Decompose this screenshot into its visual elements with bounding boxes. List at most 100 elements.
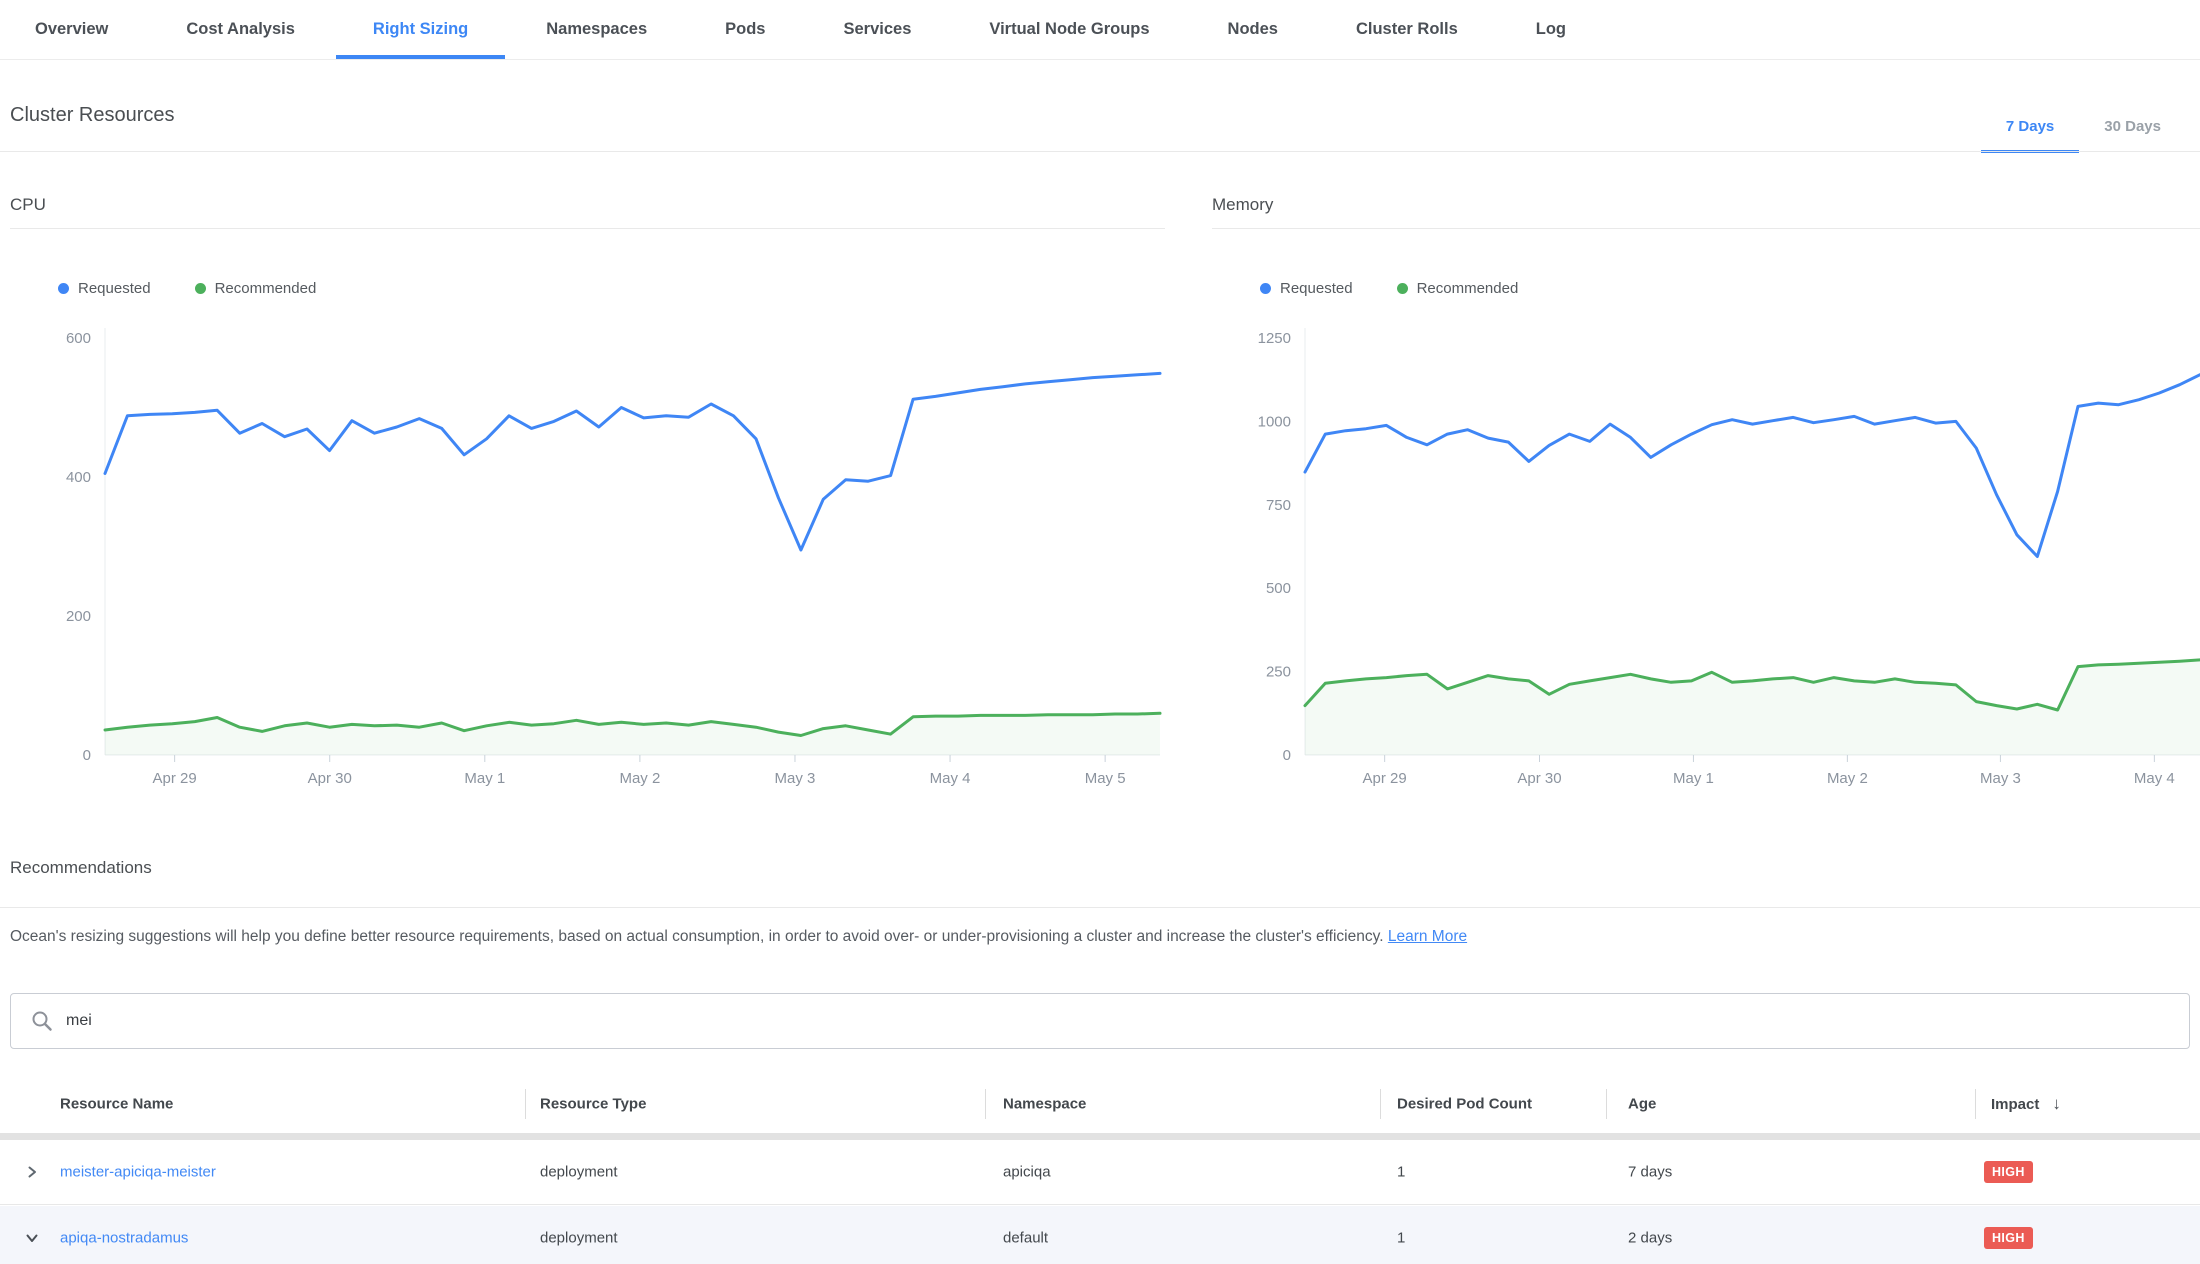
resource-name-cell: meister-apiciqa-meister [60, 1164, 216, 1181]
recommended-series-dot-icon [195, 283, 206, 294]
recommendations-title: Recommendations [10, 858, 152, 878]
tab-virtual-node-groups[interactable]: Virtual Node Groups [989, 0, 1149, 59]
tab-services[interactable]: Services [843, 0, 911, 59]
range-tab-7-days[interactable]: 7 Days [1981, 100, 2079, 152]
svg-text:May 3: May 3 [775, 770, 816, 787]
svg-text:600: 600 [66, 330, 91, 347]
namespace-cell: default [1003, 1230, 1048, 1247]
column-header-resource-type[interactable]: Resource Type [540, 1096, 646, 1113]
section-divider [0, 151, 2200, 152]
age-cell: 7 days [1628, 1164, 1672, 1181]
svg-text:May 1: May 1 [464, 770, 505, 787]
column-separator [1975, 1089, 1976, 1119]
svg-text:Apr 29: Apr 29 [1363, 770, 1407, 787]
memory-line-chart: 0 250 500 750 1000 1250 Apr 29 Apr 30 May 1 May 2… [1212, 320, 2200, 790]
legend-label: Recommended [215, 280, 317, 297]
column-header-desired-pod-count[interactable]: Desired Pod Count [1397, 1096, 1532, 1113]
cpu-chart-title: CPU [10, 195, 1165, 229]
tab-right-sizing[interactable]: Right Sizing [373, 0, 468, 59]
svg-text:Apr 30: Apr 30 [308, 770, 352, 787]
tab-pods[interactable]: Pods [725, 0, 765, 59]
desired-pod-count-cell: 1 [1397, 1230, 1405, 1247]
recommended-series-dot-icon [1397, 283, 1408, 294]
tab-overview[interactable]: Overview [35, 0, 108, 59]
resource-name-link[interactable]: meister-apiciqa-meister [60, 1164, 216, 1181]
column-header-age[interactable]: Age [1628, 1096, 1656, 1113]
svg-text:May 5: May 5 [1085, 770, 1126, 787]
svg-text:May 2: May 2 [1827, 770, 1868, 787]
svg-text:Apr 30: Apr 30 [1517, 770, 1561, 787]
learn-more-link[interactable]: Learn More [1388, 928, 1467, 945]
search-icon [31, 1010, 53, 1032]
tab-nodes[interactable]: Nodes [1228, 0, 1278, 59]
time-range-toggle: 7 Days30 Days [1981, 100, 2186, 152]
column-separator [525, 1089, 526, 1119]
svg-text:250: 250 [1266, 664, 1291, 681]
svg-text:1000: 1000 [1258, 413, 1291, 430]
svg-text:1250: 1250 [1258, 330, 1291, 347]
impact-badge: HIGH [1984, 1161, 2033, 1183]
chevron-down-icon[interactable] [24, 1230, 40, 1246]
cpu-line-chart: 0 200 400 600 Apr 29 Apr 30 May 1 May 2 May 3 May… [10, 320, 1165, 790]
range-tab-30-days[interactable]: 30 Days [2079, 100, 2186, 152]
resource-type-cell: deployment [540, 1230, 618, 1247]
svg-text:200: 200 [66, 608, 91, 625]
resource-name-cell: apiqa-nostradamus [60, 1230, 188, 1247]
requested-series-dot-icon [1260, 283, 1271, 294]
legend-label: Recommended [1417, 280, 1519, 297]
svg-text:May 2: May 2 [619, 770, 660, 787]
recommendations-description: Ocean's resizing suggestions will help y… [10, 928, 1467, 946]
resource-type-cell: deployment [540, 1164, 618, 1181]
column-separator [1606, 1089, 1607, 1119]
svg-text:May 3: May 3 [1980, 770, 2021, 787]
legend-label: Requested [78, 280, 151, 297]
memory-chart-legend: Requested Recommended [1260, 280, 1518, 297]
requested-series-dot-icon [58, 283, 69, 294]
table-row[interactable]: meister-apiciqa-meister deployment apiciqa… [0, 1140, 2200, 1205]
memory-chart-panel: Memory Requested Recommended 0 250 500 750 1… [1212, 195, 2200, 795]
desired-pod-count-cell: 1 [1397, 1164, 1405, 1181]
cluster-resources-title: Cluster Resources [10, 104, 175, 127]
tab-namespaces[interactable]: Namespaces [546, 0, 647, 59]
search-box [10, 993, 2190, 1049]
section-divider [0, 907, 2200, 908]
legend-item-requested[interactable]: Requested [58, 280, 151, 297]
column-header-impact[interactable]: Impact↓ [1991, 1094, 2061, 1114]
cpu-chart-legend: Requested Recommended [58, 280, 316, 297]
svg-text:Apr 29: Apr 29 [153, 770, 197, 787]
column-separator [985, 1089, 986, 1119]
memory-chart-title: Memory [1212, 195, 2200, 229]
age-cell: 2 days [1628, 1230, 1672, 1247]
svg-text:May 4: May 4 [930, 770, 971, 787]
sort-desc-icon[interactable]: ↓ [2052, 1094, 2061, 1114]
table-header-strip [0, 1133, 2200, 1140]
resource-name-link[interactable]: apiqa-nostradamus [60, 1230, 188, 1247]
search-input[interactable] [66, 1012, 2189, 1030]
cpu-chart-panel: CPU Requested Recommended 0 200 400 600 Apr … [10, 195, 1165, 795]
chevron-right-icon[interactable] [24, 1164, 40, 1180]
svg-text:500: 500 [1266, 580, 1291, 597]
svg-text:400: 400 [66, 469, 91, 486]
description-text: Ocean's resizing suggestions will help y… [10, 928, 1384, 945]
right-sizing-page: Overview Cost Analysis Right Sizing Namespa… [0, 0, 2200, 1264]
svg-text:0: 0 [1283, 747, 1291, 764]
tab-cluster-rolls[interactable]: Cluster Rolls [1356, 0, 1458, 59]
column-header-namespace[interactable]: Namespace [1003, 1096, 1086, 1113]
tab-log[interactable]: Log [1536, 0, 1566, 59]
table-row[interactable]: apiqa-nostradamus deployment default 1 2 day… [0, 1206, 2200, 1264]
svg-text:0: 0 [83, 747, 91, 764]
legend-item-requested[interactable]: Requested [1260, 280, 1353, 297]
impact-badge: HIGH [1984, 1227, 2033, 1249]
top-navigation: Overview Cost Analysis Right Sizing Namespa… [0, 0, 2200, 60]
legend-item-recommended[interactable]: Recommended [195, 280, 317, 297]
tab-cost-analysis[interactable]: Cost Analysis [186, 0, 295, 59]
column-separator [1380, 1089, 1381, 1119]
table-header-row: Resource Name Resource Type Namespace Desir… [0, 1075, 2200, 1133]
legend-label: Requested [1280, 280, 1353, 297]
svg-text:May 4: May 4 [2134, 770, 2175, 787]
svg-text:750: 750 [1266, 497, 1291, 514]
column-header-resource-name[interactable]: Resource Name [60, 1096, 173, 1113]
legend-item-recommended[interactable]: Recommended [1397, 280, 1519, 297]
svg-text:May 1: May 1 [1673, 770, 1714, 787]
namespace-cell: apiciqa [1003, 1164, 1051, 1181]
